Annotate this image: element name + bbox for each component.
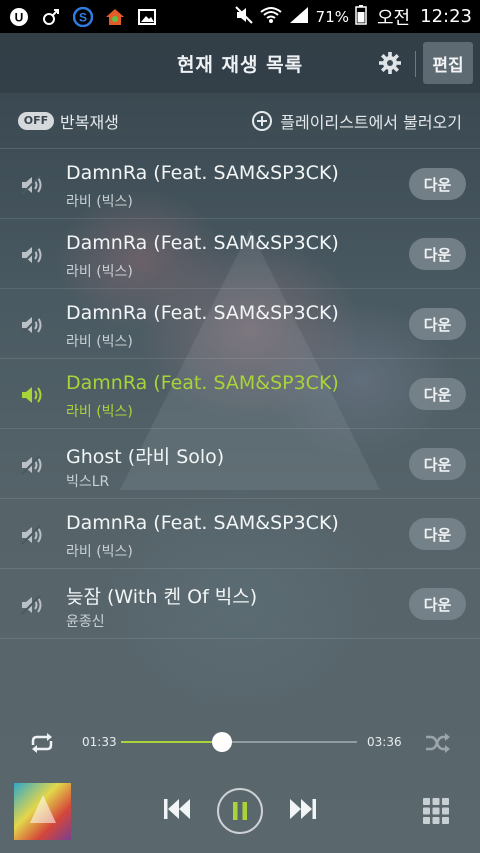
svg-text:S: S xyxy=(79,10,87,24)
song-artist: 윤종신 xyxy=(66,614,105,630)
current-time: 01:33 xyxy=(82,735,117,749)
song-artist: 라비 (빅스) xyxy=(66,194,133,210)
song-title: 늦잠 (With 켄 Of 빅스) xyxy=(66,586,258,608)
u-plus-icon: U xyxy=(8,6,30,28)
home-app-icon xyxy=(104,6,126,28)
gallery-icon xyxy=(136,6,158,28)
seek-bar-fill xyxy=(121,741,223,743)
repeat-toggle[interactable]: OFF xyxy=(18,111,54,130)
sound-off-icon xyxy=(20,174,44,196)
list-item-now-playing[interactable]: DamnRa (Feat. SAM&SP3CK) 라비 (빅스) 다운 xyxy=(0,359,480,429)
song-title: DamnRa (Feat. SAM&SP3CK) xyxy=(66,372,339,394)
download-button[interactable]: 다운 xyxy=(409,168,466,200)
song-title: DamnRa (Feat. SAM&SP3CK) xyxy=(66,512,339,534)
repeat-icon[interactable] xyxy=(28,731,56,755)
load-playlist-button[interactable]: 플레이리스트에서 불러오기 xyxy=(252,109,462,133)
clock-time: 12:23 xyxy=(420,6,472,27)
song-artist: 라비 (빅스) xyxy=(66,264,133,280)
status-bar: U S 71% 오전 12:23 xyxy=(0,0,480,33)
list-item[interactable]: DamnRa (Feat. SAM&SP3CK) 라비 (빅스) 다운 xyxy=(0,499,480,569)
seek-bar[interactable] xyxy=(121,741,357,743)
song-title: DamnRa (Feat. SAM&SP3CK) xyxy=(66,232,339,254)
sound-off-icon xyxy=(20,454,44,476)
pause-icon xyxy=(233,802,247,820)
download-button[interactable]: 다운 xyxy=(409,238,466,270)
sound-off-icon xyxy=(20,314,44,336)
playlist-toolbar: OFF 반복재생 플레이리스트에서 불러오기 xyxy=(0,93,480,149)
pause-button[interactable] xyxy=(217,788,263,834)
load-playlist-label: 플레이리스트에서 불러오기 xyxy=(280,112,462,132)
sound-off-icon xyxy=(20,244,44,266)
shuffle-icon[interactable] xyxy=(424,731,452,755)
sound-off-icon xyxy=(20,594,44,616)
wifi-icon xyxy=(260,6,282,28)
list-item[interactable]: DamnRa (Feat. SAM&SP3CK) 라비 (빅스) 다운 xyxy=(0,289,480,359)
download-button[interactable]: 다운 xyxy=(409,588,466,620)
list-item[interactable]: DamnRa (Feat. SAM&SP3CK) 라비 (빅스) 다운 xyxy=(0,219,480,289)
add-circle-icon xyxy=(252,110,273,131)
list-item[interactable]: DamnRa (Feat. SAM&SP3CK) 라비 (빅스) 다운 xyxy=(0,149,480,219)
edit-button[interactable]: 편집 xyxy=(423,42,473,84)
song-title: Ghost (라비 Solo) xyxy=(66,446,225,468)
battery-icon xyxy=(355,4,367,29)
gear-icon[interactable] xyxy=(378,51,402,75)
repeat-label[interactable]: 반복재생 xyxy=(60,109,119,133)
svg-text:U: U xyxy=(15,10,24,24)
seek-thumb[interactable] xyxy=(212,732,233,752)
next-track-icon[interactable] xyxy=(288,795,318,823)
signal-icon xyxy=(288,6,310,28)
download-button[interactable]: 다운 xyxy=(409,518,466,550)
album-art[interactable] xyxy=(14,783,71,840)
header-divider xyxy=(415,51,416,77)
song-artist: 빅스LR xyxy=(66,474,110,490)
download-button[interactable]: 다운 xyxy=(409,308,466,340)
list-item[interactable]: Ghost (라비 Solo) 빅스LR 다운 xyxy=(0,429,480,499)
clock-ampm: 오전 xyxy=(377,7,411,29)
playlist: DamnRa (Feat. SAM&SP3CK) 라비 (빅스) 다운 Damn… xyxy=(0,149,480,639)
song-title: DamnRa (Feat. SAM&SP3CK) xyxy=(66,302,339,324)
speaker-playing-icon xyxy=(20,384,44,406)
playback-progress: 01:33 03:36 xyxy=(0,725,480,761)
player-controls xyxy=(0,775,480,853)
header-bar: 현재 재생 목록 편집 xyxy=(0,33,480,93)
male-symbol-icon xyxy=(40,6,62,28)
song-artist: 라비 (빅스) xyxy=(66,544,133,560)
song-artist: 라비 (빅스) xyxy=(66,334,133,350)
song-title: DamnRa (Feat. SAM&SP3CK) xyxy=(66,162,339,184)
system-status: 71% 오전 12:23 xyxy=(234,4,472,30)
sound-off-icon xyxy=(20,524,44,546)
mute-icon xyxy=(234,5,254,28)
total-time: 03:36 xyxy=(367,735,402,749)
page-title: 현재 재생 목록 xyxy=(176,53,304,76)
grid-menu-icon[interactable] xyxy=(423,798,449,824)
notification-icons: U S xyxy=(8,6,158,28)
list-item[interactable]: 늦잠 (With 켄 Of 빅스) 윤종신 다운 xyxy=(0,569,480,639)
previous-track-icon[interactable] xyxy=(162,795,192,823)
download-button[interactable]: 다운 xyxy=(409,448,466,480)
song-artist: 라비 (빅스) xyxy=(66,404,133,420)
battery-percent: 71% xyxy=(315,7,349,26)
s-app-icon: S xyxy=(72,6,94,28)
download-button[interactable]: 다운 xyxy=(409,378,466,410)
